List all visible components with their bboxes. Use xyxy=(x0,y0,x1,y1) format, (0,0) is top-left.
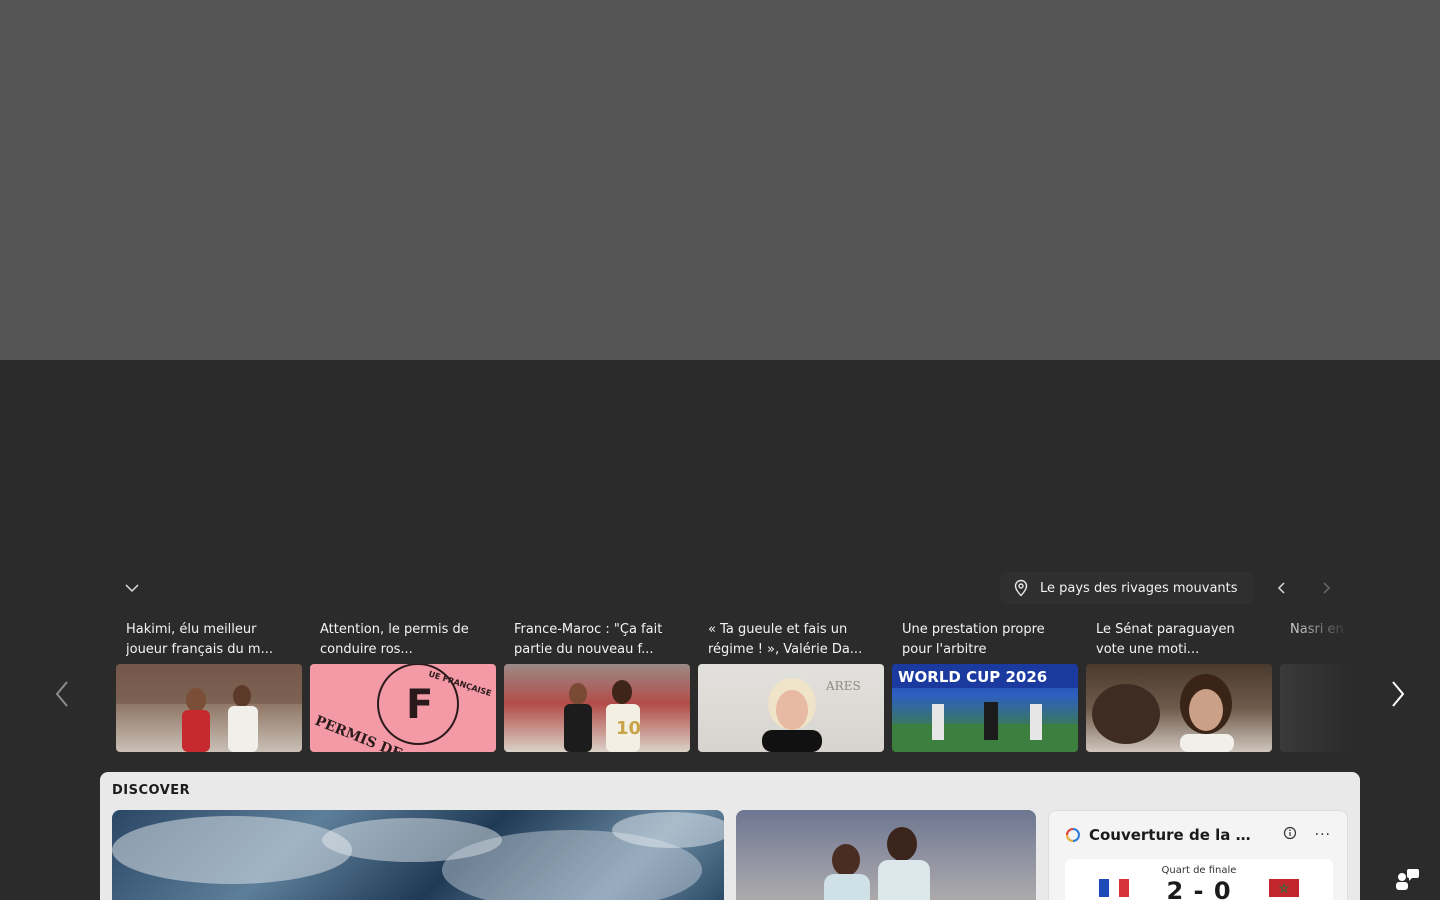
more-options-button[interactable]: ··· xyxy=(1315,827,1331,843)
discover-heading: DISCOVER xyxy=(112,783,191,798)
permis-banner: UE FRANÇAISE xyxy=(427,669,492,698)
feedback-icon xyxy=(1396,869,1419,890)
match-stage: Quart de finale xyxy=(1161,865,1237,876)
news-card-caption: France-Maroc : "Ça fait partie du nouvea… xyxy=(514,622,663,657)
news-card[interactable]: Une prestation propre pour l'arbitre WOR… xyxy=(892,614,1078,752)
feedback-button[interactable] xyxy=(1394,866,1420,892)
news-card-image xyxy=(1280,664,1348,752)
chevron-right-icon xyxy=(1323,582,1331,594)
chevron-down-icon xyxy=(125,584,139,593)
location-label: Le pays des rivages mouvants xyxy=(1040,580,1238,596)
news-card[interactable]: Le Sénat paraguayen vote une moti... xyxy=(1086,614,1272,752)
score-tile-title: Couverture de la Co... xyxy=(1088,825,1261,844)
chevron-left-icon xyxy=(1277,582,1285,594)
sports-icon xyxy=(1065,827,1080,842)
news-card-image: F UE FRANÇAISE PERMIS DE C xyxy=(310,664,496,752)
chevron-left-icon xyxy=(55,681,68,707)
permis-letter: F xyxy=(406,682,433,728)
match-score-tile[interactable]: Couverture de la Co... ··· Quart de fina… xyxy=(1048,810,1348,900)
location-pill[interactable]: Le pays des rivages mouvants xyxy=(1000,572,1254,604)
news-card[interactable]: Hakimi, élu meilleur joueur français du … xyxy=(116,614,302,752)
news-card-image: WORLD CUP 2026 xyxy=(892,664,1078,752)
carousel-next-button[interactable] xyxy=(1378,672,1418,716)
news-card-image xyxy=(1086,664,1272,752)
news-card-caption: Hakimi, élu meilleur joueur français du … xyxy=(126,622,273,657)
location-next-button[interactable] xyxy=(1312,574,1340,602)
permis-text: PERMIS DE C xyxy=(313,713,420,752)
worldcup-banner: WORLD CUP 2026 xyxy=(898,668,1047,686)
location-pin-icon xyxy=(1014,579,1028,597)
news-card-caption: Nasri en pour une xyxy=(1290,622,1348,637)
news-card[interactable]: France-Maroc : "Ça fait partie du nouvea… xyxy=(504,614,690,752)
info-button[interactable] xyxy=(1283,825,1297,844)
news-card-image xyxy=(116,664,302,752)
collapse-button[interactable] xyxy=(114,572,150,604)
news-card[interactable]: Attention, le permis de conduire ros... … xyxy=(310,614,496,752)
morocco-flag-icon xyxy=(1269,879,1299,897)
news-card-image: ARES xyxy=(698,664,884,752)
news-photo-tile[interactable] xyxy=(736,810,1036,900)
backdrop-text: ARES xyxy=(825,679,861,693)
news-card-caption: Le Sénat paraguayen vote une moti... xyxy=(1096,622,1235,657)
info-icon xyxy=(1283,826,1296,840)
news-card[interactable]: « Ta gueule et fais un régime ! », Valér… xyxy=(698,614,884,752)
news-card[interactable]: Nasri en pour une xyxy=(1280,614,1348,752)
news-card-caption: Une prestation propre pour l'arbitre xyxy=(902,622,1045,657)
news-card-caption: « Ta gueule et fais un régime ! », Valér… xyxy=(708,622,863,657)
score-card[interactable]: Quart de finale 2 - 0 xyxy=(1065,859,1333,900)
discover-section: DISCOVER Couverture de la Co... ··· Quar… xyxy=(100,772,1360,900)
news-carousel: Hakimi, élu meilleur joueur français du … xyxy=(116,614,1348,752)
news-card-caption: Attention, le permis de conduire ros... xyxy=(320,622,469,657)
location-prev-button[interactable] xyxy=(1268,574,1296,602)
chevron-right-icon xyxy=(1392,681,1405,707)
weather-satellite-tile[interactable] xyxy=(112,810,724,900)
news-card-image: 10 xyxy=(504,664,690,752)
carousel-prev-button[interactable] xyxy=(42,672,82,716)
dimmed-overlay xyxy=(0,0,1440,360)
jersey-number: 10 xyxy=(616,718,641,739)
